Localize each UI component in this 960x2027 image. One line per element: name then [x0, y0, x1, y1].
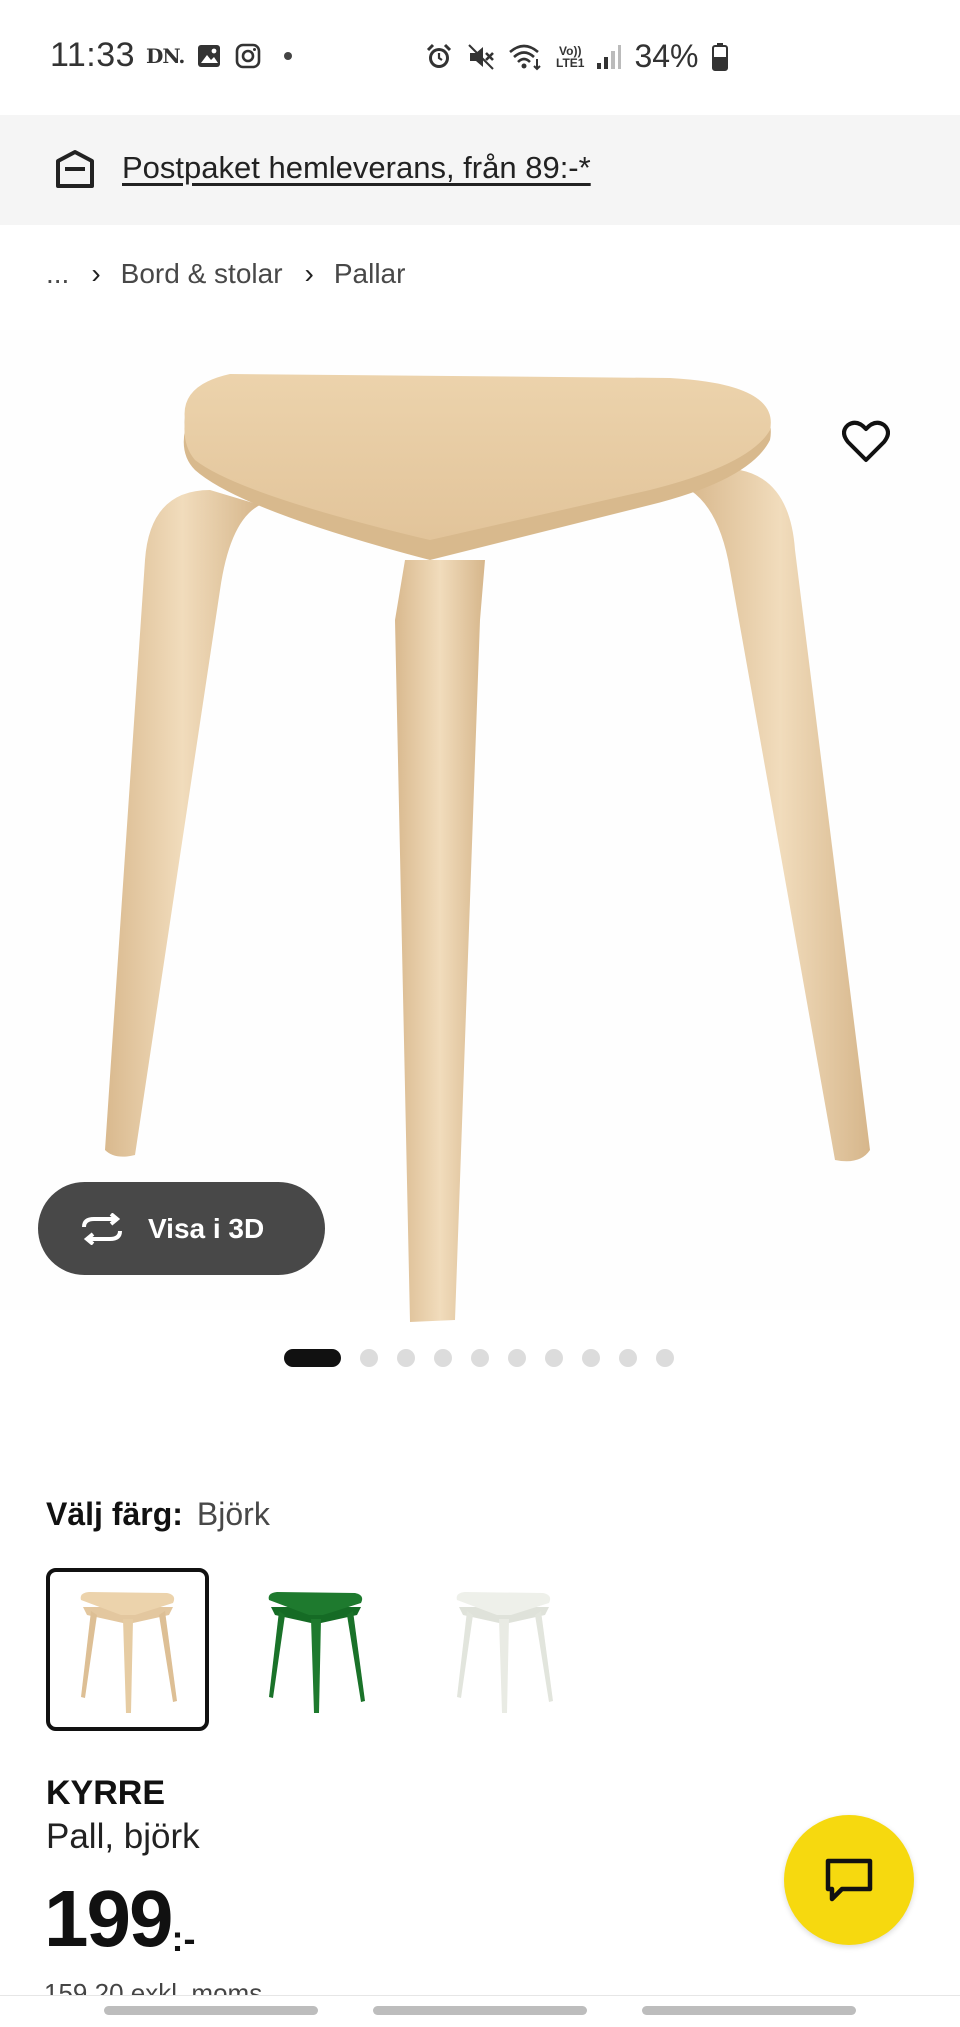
color-label: Välj färg:	[46, 1496, 183, 1532]
swatch-gron[interactable]	[234, 1568, 397, 1731]
system-navigation-bar	[0, 1995, 960, 2027]
heart-icon[interactable]	[842, 420, 890, 464]
volte-icon: Vo)) LTE1	[556, 43, 585, 70]
chevron-right-icon: ›	[91, 258, 101, 289]
color-swatches	[46, 1568, 585, 1731]
notification-icons: DN.	[146, 42, 293, 70]
nav-pill-back[interactable]	[642, 2006, 856, 2015]
carousel-dot-2[interactable]	[360, 1349, 378, 1367]
carousel-dot-4[interactable]	[434, 1349, 452, 1367]
view-3d-label: Visa i 3D	[148, 1212, 265, 1244]
more-notifications-dot	[284, 52, 293, 60]
rotate-icon	[82, 1212, 122, 1245]
dn-app-icon: DN.	[146, 44, 185, 68]
carousel-dot-10[interactable]	[656, 1349, 674, 1367]
stool-thumbnail-birch	[80, 1591, 177, 1713]
carousel-indicators	[284, 1349, 674, 1367]
carousel-dot-1[interactable]	[284, 1349, 341, 1367]
mute-icon	[468, 43, 494, 70]
color-selector-label: Välj färg: Björk	[46, 1496, 270, 1533]
swatch-bjork[interactable]	[46, 1568, 209, 1731]
breadcrumb-item-bord-stolar[interactable]: Bord & stolar	[121, 258, 283, 290]
gallery-icon	[198, 45, 221, 67]
price-ex-vat: 159,20 exkl. moms	[44, 1978, 263, 1995]
chat-button[interactable]	[784, 1815, 914, 1945]
carousel-dot-5[interactable]	[471, 1349, 489, 1367]
instagram-icon	[236, 43, 261, 69]
status-bar: 11:33 DN. Vo)) LTE1 34%	[0, 0, 960, 115]
price-suffix: :-	[171, 1918, 196, 1959]
stool-thumbnail-green	[268, 1591, 365, 1713]
nav-pill-recent[interactable]	[104, 2006, 318, 2015]
chevron-right-icon: ›	[304, 258, 314, 289]
carousel-dot-9[interactable]	[619, 1349, 637, 1367]
status-time: 11:33	[50, 36, 136, 74]
color-value: Björk	[196, 1496, 270, 1532]
view-3d-button[interactable]: Visa i 3D	[38, 1182, 325, 1275]
breadcrumb: ... › Bord & stolar › Pallar	[46, 258, 405, 290]
delivery-banner[interactable]: Postpaket hemleverans, från 89:-*	[0, 115, 960, 225]
price-integer: 199	[44, 1874, 173, 1963]
carousel-dot-8[interactable]	[582, 1349, 600, 1367]
store-icon	[56, 150, 94, 188]
carousel-dot-3[interactable]	[397, 1349, 415, 1367]
carousel-dot-7[interactable]	[545, 1349, 563, 1367]
delivery-link[interactable]: Postpaket hemleverans, från 89:-*	[122, 150, 591, 186]
battery-icon	[711, 42, 728, 71]
chat-icon	[825, 1858, 873, 1902]
carousel-dot-6[interactable]	[508, 1349, 526, 1367]
alarm-icon	[426, 43, 452, 68]
product-price: 199 :-	[44, 1874, 195, 1964]
breadcrumb-item-pallar[interactable]: Pallar	[334, 258, 406, 290]
product-name: KYRRE	[46, 1774, 166, 1812]
swatch-vit[interactable]	[422, 1568, 585, 1731]
nav-pill-home[interactable]	[373, 2006, 587, 2015]
breadcrumb-ellipsis[interactable]: ...	[46, 258, 69, 290]
product-description: Pall, björk	[46, 1817, 200, 1856]
signal-icon	[597, 44, 622, 69]
system-icons: Vo)) LTE1 34%	[424, 38, 729, 75]
stool-thumbnail-white	[456, 1591, 553, 1713]
battery-percent: 34%	[634, 38, 699, 74]
wifi-icon	[509, 44, 541, 70]
product-image-carousel[interactable]	[0, 330, 960, 1322]
